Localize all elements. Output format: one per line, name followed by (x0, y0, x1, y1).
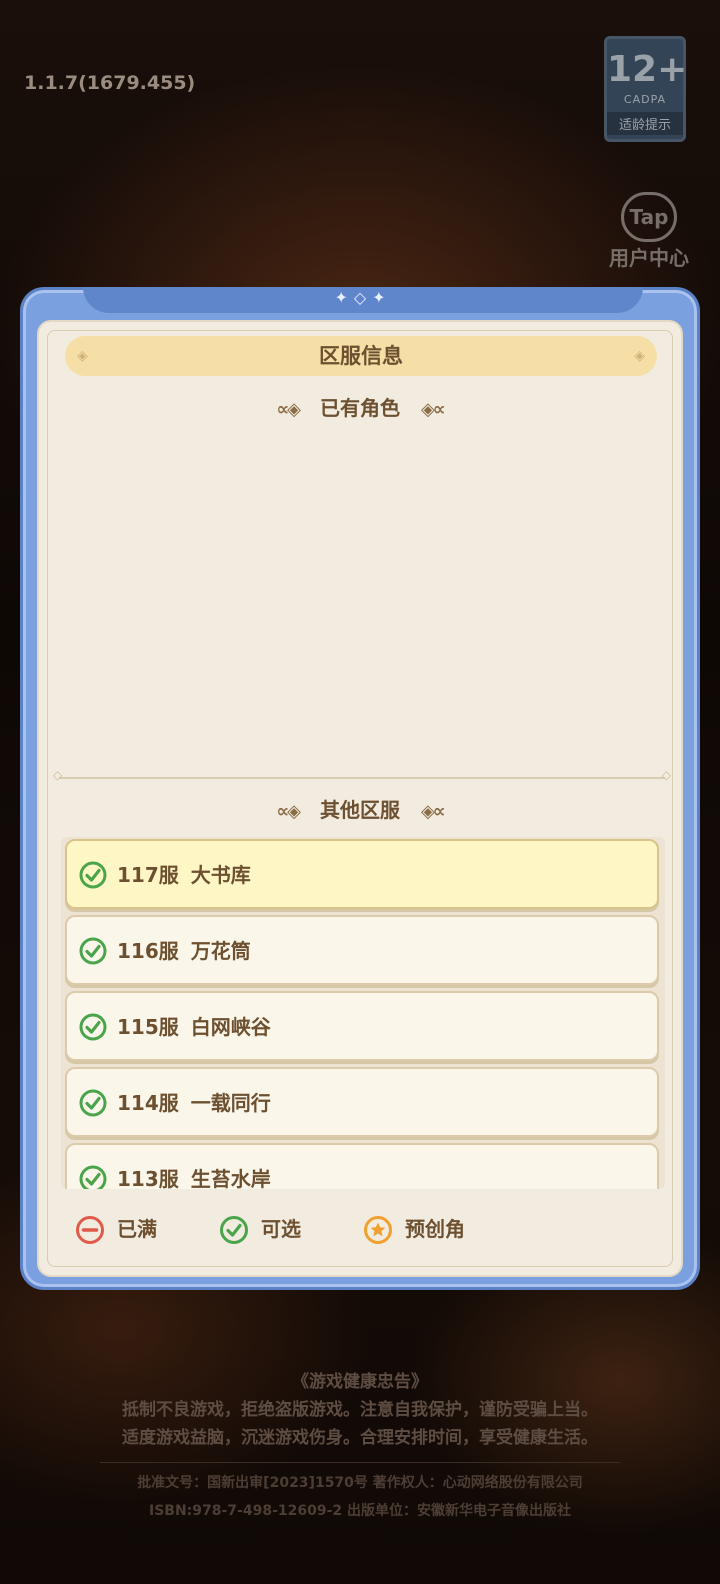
server-item-115[interactable]: 115服 白网峡谷 (65, 991, 659, 1061)
available-check-icon (79, 1089, 107, 1117)
crown-gem-icon: ✦◇✦ (334, 288, 392, 307)
approval-number: 批准文号：国新出审[2023]1570号 著作权人：心动网络股份有限公司 (137, 1475, 583, 1491)
available-check-icon (79, 1013, 107, 1041)
dialog-title-bar: ◈ 区服信息 ◈ (65, 336, 657, 376)
section-divider (53, 768, 671, 782)
diamond-ornament-icon: ◈ (634, 348, 645, 364)
available-check-icon (79, 937, 107, 965)
server-label: 116服 万花筒 (117, 917, 263, 985)
server-item-117[interactable]: 117服 大书库 (65, 839, 659, 909)
dialog-panel: ◈ 区服信息 ◈ ∝◈ 已有角色 ◈∝ ∝◈ 其他区服 ◈∝ 117服大书库 1… (37, 320, 683, 1277)
other-servers-header: ∝◈ 其他区服 ◈∝ (39, 794, 681, 823)
available-check-icon (79, 861, 107, 889)
legend-full-label: 已满 (117, 1217, 157, 1241)
server-number: 114服 (117, 1091, 179, 1115)
server-name: 生苔水岸 (190, 1167, 271, 1189)
server-number: 113服 (117, 1167, 179, 1189)
diamond-ornament-icon: ◈ (77, 348, 88, 364)
dialog-title: 区服信息 (319, 344, 403, 368)
status-legend: 已满 可选 预创角 (75, 1212, 635, 1246)
tap-user-center-button[interactable]: Tap 用户中心 (604, 192, 694, 272)
available-check-icon (79, 1165, 107, 1189)
scroll-ornament-right-icon: ◈∝ (420, 399, 446, 420)
dialog-crown: ✦◇✦ (83, 287, 643, 313)
advisory-title: 《游戏健康忠告》 (292, 1372, 428, 1392)
legend-pre-create-label: 预创角 (405, 1217, 465, 1241)
rating-org: CADPA (623, 93, 667, 106)
version-label: 1.1.7(1679.455) (24, 72, 196, 94)
scroll-ornament-left-icon: ∝◈ (276, 801, 301, 822)
age-rating: 12+ (607, 49, 688, 90)
age-tip-label: 适龄提示 (607, 112, 683, 135)
advisory-divider (100, 1462, 620, 1463)
isbn-publisher: ISBN:978-7-498-12609-2 出版单位：安徽新华电子音像出版社 (148, 1503, 572, 1519)
server-item-116[interactable]: 116服 万花筒 (65, 915, 659, 985)
server-list[interactable]: 117服 大书库 116服 万花筒 115服 白网峡谷 114服 一载同行 113服 生苔… (61, 837, 665, 1189)
tap-user-center-label: 用户中心 (609, 246, 689, 270)
age-rating-badge[interactable]: 12+ CADPA 适龄提示 (604, 36, 688, 142)
server-label: 117服 大书库 (117, 841, 263, 909)
server-label: 114服 一载同行 (117, 1069, 283, 1137)
server-number: 115服 (117, 1015, 179, 1039)
existing-roles-title: 已有角色 (320, 396, 400, 420)
scroll-ornament-right-icon: ◈∝ (420, 801, 446, 822)
advisory-line-1: 抵制不良游戏，拒绝盗版游戏。注意自我保护，谨防受骗上当。 (122, 1400, 598, 1420)
server-label: 115服 白网峡谷 (117, 993, 283, 1061)
server-info-dialog: ✦◇✦ ◈ 区服信息 ◈ ∝◈ 已有角色 ◈∝ ∝◈ 其他区服 ◈∝ 117服大… (20, 287, 700, 1290)
available-status-icon (220, 1216, 248, 1244)
server-item-114[interactable]: 114服 一载同行 (65, 1067, 659, 1137)
server-name: 大书库 (190, 863, 251, 887)
health-advisory: 《游戏健康忠告》 抵制不良游戏，拒绝盗版游戏。注意自我保护，谨防受骗上当。 适度… (0, 1368, 720, 1525)
server-name: 万花筒 (190, 939, 251, 963)
server-item-113[interactable]: 113服 生苔水岸 (65, 1143, 659, 1189)
existing-roles-header: ∝◈ 已有角色 ◈∝ (39, 392, 681, 421)
star-status-icon (364, 1216, 392, 1244)
server-number: 116服 (117, 939, 179, 963)
advisory-line-2: 适度游戏益脑，沉迷游戏伤身。合理安排时间，享受健康生活。 (122, 1428, 598, 1448)
server-label: 113服 生苔水岸 (117, 1145, 283, 1189)
legend-available-label: 可选 (261, 1217, 301, 1241)
server-number: 117服 (117, 863, 179, 887)
other-servers-title: 其他区服 (320, 798, 400, 822)
scroll-ornament-left-icon: ∝◈ (276, 399, 301, 420)
tap-logo-icon: Tap (621, 192, 677, 242)
full-status-icon (76, 1216, 104, 1244)
server-name: 白网峡谷 (190, 1015, 271, 1039)
server-name: 一载同行 (190, 1091, 271, 1115)
